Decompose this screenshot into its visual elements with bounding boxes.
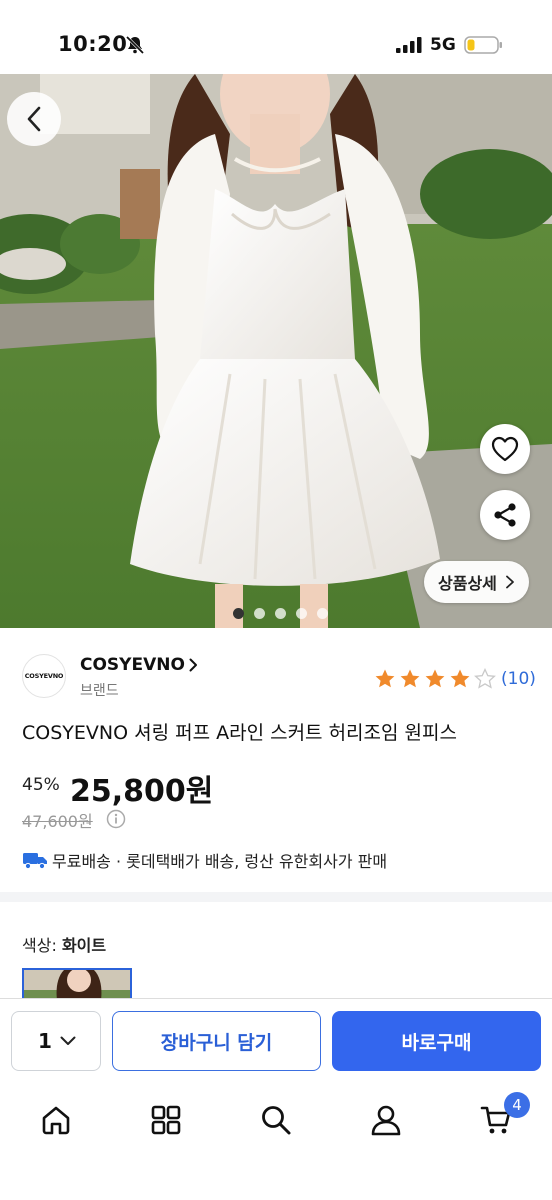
status-time: 10:20: [58, 32, 128, 56]
tab-bar: [0, 1082, 552, 1200]
tab-categories[interactable]: [146, 1100, 186, 1140]
user-icon: [371, 1105, 401, 1136]
carousel-dot[interactable]: [274, 608, 286, 619]
star-empty-icon: [474, 668, 496, 689]
brand-link[interactable]: COSYEVNO: [80, 655, 198, 675]
carousel-dot[interactable]: [232, 608, 244, 619]
info-icon[interactable]: [106, 809, 126, 829]
signal-icon: [396, 37, 422, 53]
star-filled-icon: [425, 669, 445, 688]
home-icon: [42, 1106, 70, 1135]
tab-search[interactable]: [256, 1100, 296, 1140]
carousel-indicator[interactable]: [0, 608, 552, 619]
brand-name: COSYEVNO: [80, 655, 185, 675]
search-icon: [262, 1106, 291, 1135]
bell-slash-icon: [125, 35, 145, 55]
cart-count-badge: 4: [504, 1092, 530, 1118]
shipping-text: 무료배송 · 롯데택배가 배송, 렁산 유한회사가 판매: [52, 852, 388, 871]
tab-my-page[interactable]: [366, 1100, 406, 1140]
review-count[interactable]: (10): [501, 669, 536, 689]
chevron-down-icon: [60, 1036, 76, 1045]
chevron-right-icon: [505, 575, 514, 589]
discount-rate: 45%: [22, 775, 60, 795]
product-detail-button[interactable]: 상품상세: [424, 561, 529, 603]
truck-icon: [23, 853, 47, 869]
carousel-dot[interactable]: [253, 608, 265, 619]
color-label: 색상:: [22, 936, 57, 955]
brand-sub-label: 브랜드: [80, 683, 119, 699]
shipping-info: 무료배송 · 롯데택배가 배송, 렁산 유한회사가 판매: [22, 848, 387, 872]
color-value: 화이트: [61, 936, 107, 955]
network-label: 5G: [430, 35, 456, 55]
sale-price: 25,800원: [70, 774, 214, 809]
carousel-dot[interactable]: [295, 608, 307, 619]
chevron-left-icon: [27, 106, 41, 132]
chevron-right-icon: [189, 658, 197, 672]
color-option-label: 색상: 화이트: [22, 932, 106, 956]
brand-logo-text: COSYEVNO: [24, 672, 64, 680]
share-button[interactable]: [480, 490, 530, 540]
brand-logo[interactable]: COSYEVNO: [22, 654, 66, 698]
star-filled-icon: [400, 669, 420, 688]
star-filled-icon: [375, 669, 395, 688]
heart-icon: [491, 436, 519, 462]
status-bar: 10:20 5G: [0, 0, 552, 74]
quantity-select[interactable]: 1: [11, 1011, 101, 1071]
rating[interactable]: (10): [374, 668, 536, 690]
quantity-value: 1: [38, 1029, 52, 1053]
section-divider: [0, 892, 552, 902]
share-icon: [494, 503, 516, 527]
carousel-dot[interactable]: [316, 608, 328, 619]
star-filled-icon: [450, 669, 470, 688]
tab-home[interactable]: [36, 1100, 76, 1140]
original-price: 47,600원: [22, 812, 93, 831]
battery-icon: [464, 36, 502, 54]
buy-now-button[interactable]: 바로구매: [332, 1011, 541, 1071]
product-photo: [0, 74, 552, 628]
product-detail-label: 상품상세: [438, 574, 497, 593]
product-image[interactable]: 상품상세: [0, 74, 552, 628]
purchase-bar: 1 장바구니 담기 바로구매: [0, 998, 552, 1082]
add-to-cart-button[interactable]: 장바구니 담기: [112, 1011, 321, 1071]
back-button[interactable]: [7, 92, 61, 146]
like-button[interactable]: [480, 424, 530, 474]
product-title: COSYEVNO 셔링 퍼프 A라인 스커트 허리조임 원피스: [22, 722, 457, 744]
grid-icon: [151, 1105, 181, 1135]
